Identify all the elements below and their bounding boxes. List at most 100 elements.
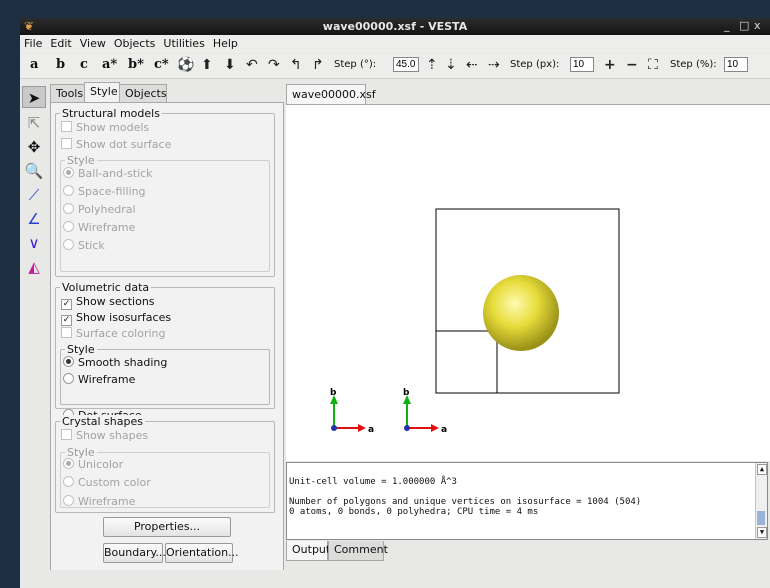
crystal-wireframe-radio[interactable]: Wireframe <box>63 495 135 508</box>
y-axis-label: b <box>330 388 337 398</box>
menu-bar: File Edit View Objects Utilities Help <box>20 35 770 53</box>
rotate-cw-icon[interactable]: ↱ <box>312 57 324 73</box>
status-bar <box>20 570 770 588</box>
show-isosurfaces-checkbox[interactable]: ✓ Show isosurfaces <box>61 311 171 326</box>
surface-coloring-checkbox[interactable]: Surface coloring <box>61 327 166 340</box>
crystal-shapes-group: Crystal shapes Show shapes Style Unicolo… <box>55 415 275 513</box>
step-px-input[interactable] <box>570 57 594 72</box>
output-console[interactable]: Unit-cell volume = 1.000000 Å^3 Number o… <box>286 462 768 540</box>
show-dot-surface-checkbox[interactable]: Show dot surface <box>61 138 171 151</box>
boundary-select-icon[interactable]: ⇱ <box>22 112 46 134</box>
tab-style[interactable]: Style <box>84 82 120 103</box>
polyhedral-radio[interactable]: Polyhedral <box>63 203 136 216</box>
volumetric-style-group: Style Smooth shading Wireframe <box>60 343 270 405</box>
menu-edit[interactable]: Edit <box>46 35 75 50</box>
magnify-tool-icon[interactable]: 🔍 <box>22 160 46 182</box>
volumetric-wireframe-radio[interactable]: Wireframe <box>63 373 135 386</box>
volumetric-style-title: Style <box>65 343 97 356</box>
origin-dot-2 <box>404 425 410 431</box>
style-panel: Tools Style Objects Structural models Sh… <box>50 82 284 582</box>
tab-comment[interactable]: Comment <box>328 541 388 561</box>
x-axis-label-2: a <box>441 425 447 435</box>
document-tab[interactable]: wave00000.xsf <box>286 84 376 104</box>
unicolor-radio[interactable]: Unicolor <box>63 458 123 471</box>
x-axis-arrowhead <box>358 424 366 432</box>
title-bar[interactable]: ❦ wave00000.xsf - VESTA _ □ x <box>20 18 770 35</box>
view-along-c-button[interactable]: c <box>80 57 88 72</box>
rotate-right-icon[interactable]: ↷ <box>268 57 280 73</box>
ball-and-stick-radio[interactable]: Ball-and-stick <box>63 167 153 180</box>
scroll-down-icon[interactable]: ▼ <box>757 527 767 538</box>
scroll-thumb[interactable] <box>757 511 765 525</box>
translate-tool-icon[interactable]: ✥ <box>22 136 46 158</box>
menu-view[interactable]: View <box>76 35 110 50</box>
style-tab-pane: Structural models Show models Show dot s… <box>50 102 284 582</box>
axis-indicator-right: b a <box>403 388 447 435</box>
fit-to-screen-icon[interactable]: ⛶ <box>648 57 658 73</box>
structure-viewport[interactable]: b a b a <box>286 104 770 461</box>
dihedral-tool-icon[interactable]: ∨ <box>22 232 46 254</box>
maximize-button[interactable]: □ <box>739 19 749 32</box>
view-along-b-star-button[interactable]: b* <box>128 57 144 72</box>
side-toolbar: ➤ ⇱ ✥ 🔍 ⟋ ∠ ∨ ◭ <box>20 80 48 580</box>
show-models-checkbox[interactable]: Show models <box>61 121 149 134</box>
view-along-a-button[interactable]: a <box>30 57 38 72</box>
space-filling-radio[interactable]: Space-filling <box>63 185 146 198</box>
distance-tool-icon[interactable]: ⟋ <box>22 184 46 206</box>
show-shapes-checkbox[interactable]: Show shapes <box>61 429 148 442</box>
menu-objects[interactable]: Objects <box>110 35 160 50</box>
boundary-button[interactable]: Boundary... <box>103 543 166 563</box>
structural-style-group: Style Ball-and-stick Space-filling Polyh… <box>60 154 270 272</box>
custom-color-radio[interactable]: Custom color <box>63 476 151 489</box>
close-button[interactable]: x <box>754 19 761 32</box>
view-along-a-star-button[interactable]: a* <box>102 57 117 72</box>
rotate-down-icon[interactable]: ⬇ <box>224 57 236 73</box>
angle-tool-icon[interactable]: ∠ <box>22 208 46 230</box>
window-title: wave00000.xsf - VESTA <box>322 20 468 33</box>
origin-dot <box>331 425 337 431</box>
menu-help[interactable]: Help <box>209 35 242 50</box>
smooth-shading-radio[interactable]: Smooth shading <box>63 356 167 369</box>
crystal-shapes-title: Crystal shapes <box>60 415 145 428</box>
standard-orientation-icon[interactable]: ⚽ <box>177 57 194 73</box>
lattice-plane-tool-icon[interactable]: ◭ <box>22 256 46 278</box>
select-arrow-icon[interactable]: ➤ <box>22 86 46 108</box>
scroll-up-icon[interactable]: ▲ <box>757 464 767 475</box>
menu-file[interactable]: File <box>20 35 46 50</box>
rotate-ccw-icon[interactable]: ↰ <box>290 57 302 73</box>
output-line: Number of polygons and unique vertices o… <box>289 497 642 507</box>
step-degree-input[interactable] <box>393 57 419 72</box>
volumetric-data-title: Volumetric data <box>60 281 152 294</box>
output-scrollbar[interactable]: ▲ ▼ <box>755 463 767 539</box>
tab-output[interactable]: Output <box>286 541 330 561</box>
translate-up-icon[interactable]: ⇡ <box>426 57 438 73</box>
structural-models-group: Structural models Show models Show dot s… <box>55 107 275 277</box>
translate-down-icon[interactable]: ⇣ <box>445 57 457 73</box>
translate-right-icon[interactable]: ⇢ <box>488 57 500 73</box>
stick-radio[interactable]: Stick <box>63 239 105 252</box>
isosurface-sphere <box>483 275 559 351</box>
zoom-out-icon[interactable]: − <box>626 57 638 73</box>
step-percent-input[interactable] <box>724 57 748 72</box>
tab-objects[interactable]: Objects <box>119 84 167 102</box>
minimize-button[interactable]: _ <box>724 19 730 32</box>
rotate-left-icon[interactable]: ↶ <box>246 57 258 73</box>
step-px-label: Step (px): <box>510 59 560 70</box>
view-along-b-button[interactable]: b <box>56 57 65 72</box>
translate-left-icon[interactable]: ⇠ <box>466 57 478 73</box>
vesta-window: ❦ wave00000.xsf - VESTA _ □ x File Edit Vi… <box>20 18 770 588</box>
properties-button[interactable]: Properties... <box>103 517 231 537</box>
y-axis-label-2: b <box>403 388 410 398</box>
output-line: Unit-cell volume = 1.000000 Å^3 <box>289 477 457 487</box>
step-percent-label: Step (%): <box>670 59 717 70</box>
rotate-up-icon[interactable]: ⬆ <box>201 57 213 73</box>
menu-utilities[interactable]: Utilities <box>159 35 208 50</box>
x-axis-arrowhead-2 <box>431 424 439 432</box>
zoom-in-icon[interactable]: + <box>604 57 616 73</box>
view-along-c-star-button[interactable]: c* <box>154 57 169 72</box>
show-sections-checkbox[interactable]: ✓ Show sections <box>61 295 155 310</box>
tab-tools[interactable]: Tools <box>50 84 85 102</box>
orientation-button[interactable]: Orientation... <box>165 543 239 563</box>
structural-style-title: Style <box>65 154 97 167</box>
wireframe-radio[interactable]: Wireframe <box>63 221 135 234</box>
